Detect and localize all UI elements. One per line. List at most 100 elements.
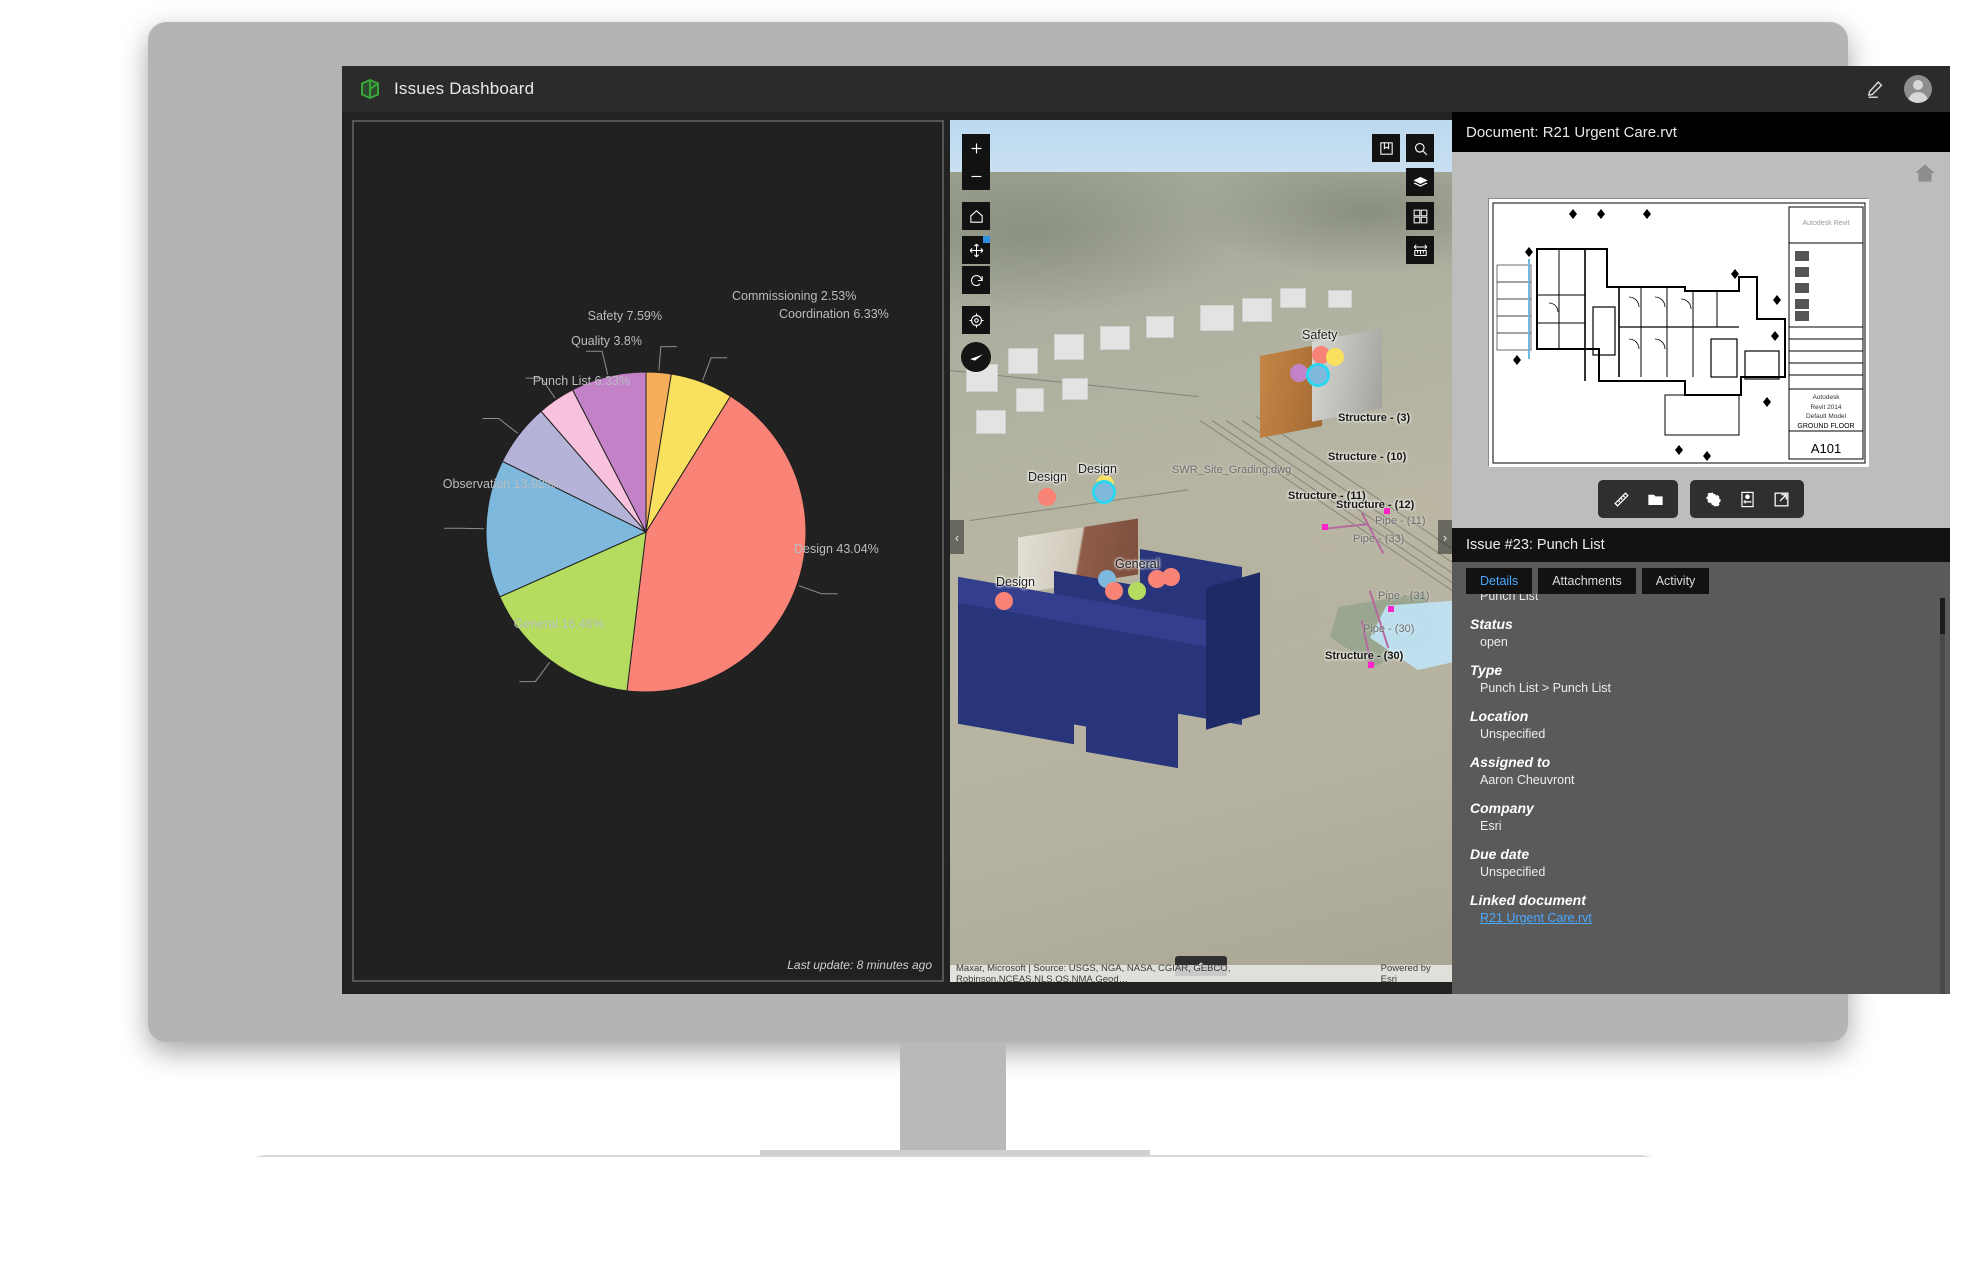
locate-button[interactable] [962,306,990,334]
bookmarks-button[interactable] [1372,134,1400,162]
page-title: Issues Dashboard [394,79,535,98]
home-icon [1915,164,1935,182]
svg-text:Revit 2014: Revit 2014 [1810,404,1841,411]
document-tool-group-right [1690,480,1804,518]
tab-details[interactable]: Details [1466,568,1533,594]
map-building [1280,288,1306,308]
attribution-sources: Maxar, Microsoft | Source: USGS, NGA, NA… [956,962,1231,983]
issue-marker[interactable] [1038,488,1056,506]
map-label-pipe: Pipe - (31) [1378,590,1430,602]
document-title: Document: R21 Urgent Care.rvt [1466,123,1677,141]
field-label-status: Status [1470,616,1513,632]
issue-marker[interactable] [995,592,1013,610]
display-settings-icon[interactable] [1732,485,1762,513]
zoom-out-button[interactable] [962,162,990,190]
issue-clipped-value: Punch List [1480,594,1539,603]
map-label-issue: Design [1078,462,1117,476]
search-button[interactable] [1406,134,1434,162]
document-title-bar: Document: R21 Urgent Care.rvt [1452,112,1950,152]
map-building [976,410,1006,434]
pie-leader-line [658,346,677,371]
field-value-linked-document[interactable]: R21 Urgent Care.rvt [1480,911,1936,925]
tab-activity[interactable]: Activity [1641,568,1710,594]
issue-scrollbar-thumb[interactable] [1940,598,1945,634]
pie-leader-line [519,662,551,683]
chevron-left-icon: ‹ [954,529,960,545]
user-avatar-icon[interactable] [1904,75,1932,103]
map-attribution: Maxar, Microsoft | Source: USGS, NGA, NA… [950,962,1452,983]
expand-arrow-icon[interactable] [1766,485,1796,513]
pan-button[interactable] [962,236,990,264]
field-value-status: open [1480,635,1508,649]
header-actions [1864,75,1932,103]
chevron-right-icon: › [1442,529,1448,545]
home-button[interactable] [962,202,990,230]
pie-label-general: General 16.46% [513,617,604,631]
gear-icon[interactable] [1698,485,1728,513]
issue-marker[interactable] [1162,568,1180,586]
issue-marker[interactable] [1326,348,1344,366]
layers-button[interactable] [1406,168,1434,196]
map-label-issue: General [1115,557,1160,571]
issue-marker[interactable] [1128,582,1146,600]
attribution-powered-by: Powered by Esri [1380,962,1431,983]
pie-leader-line [482,418,519,434]
pencil-edit-icon[interactable] [1864,78,1886,100]
map-label-pipe: Pipe - (33) [1353,533,1405,545]
pie-label-punch-list: Punch List 6.33% [532,374,630,388]
issue-marker[interactable] [1105,582,1123,600]
blueprint-svg: Autodesk Revit Autodesk Revit 2014 Defau… [1489,199,1869,467]
issue-marker-selected[interactable] [1306,363,1330,387]
rotate-button[interactable] [962,266,990,294]
ruler-icon[interactable] [1606,485,1636,513]
map-label-pipe: Pipe - (11) [1375,515,1426,527]
blueprint-preview[interactable]: Autodesk Revit Autodesk Revit 2014 Defau… [1488,198,1869,467]
issue-details-body[interactable]: Punch List Status open Type Punch List > Pu… [1452,594,1950,994]
map-collapse-left-arrow[interactable]: ‹ [950,520,964,554]
map-label-issue: Safety [1302,328,1338,342]
blueprint-brand: Autodesk Revit [1802,220,1849,227]
tab-attachments[interactable]: Attachments [1538,568,1636,594]
field-label-company: Company [1470,800,1534,816]
field-value-location: Unspecified [1480,727,1546,741]
measure-button[interactable] [1406,236,1434,264]
pie-label-commissioning: Commissioning 2.53% [732,289,857,303]
map-label-structure: Structure - (12) [1336,499,1415,511]
document-viewer[interactable]: Autodesk Revit Autodesk Revit 2014 Defau… [1452,152,1950,528]
map-label-issue: Design [1028,470,1067,484]
monitor-base [48,1155,1858,1193]
document-home-button[interactable] [1912,160,1938,186]
map-building [1062,378,1088,400]
issue-title-bar: Issue #23: Punch List [1452,528,1950,562]
compass-button[interactable] [961,342,991,372]
pie-label-design: Design 43.04% [794,542,879,556]
field-value-assigned-to: Aaron Cheuvront [1480,773,1575,787]
map-building [1242,298,1272,322]
field-label-linked-document: Linked document [1470,892,1586,908]
last-update-text: Last update: 8 minutes ago [787,958,932,972]
map-3d-scene[interactable]: Safety Design Design Design General SWR_Site_… [950,120,1452,982]
map-label-structure: Structure - (10) [1328,451,1407,463]
pie-leader-line [586,350,609,375]
svg-text:Autodesk: Autodesk [1812,394,1840,401]
basemap-gallery-button[interactable] [1406,202,1434,230]
pie-label-quality: Quality 3.8% [571,334,642,348]
map-collapse-right-arrow[interactable]: › [1438,520,1452,554]
pie-label-coordination: Coordination 6.33% [779,307,889,321]
right-panel: Document: R21 Urgent Care.rvt Autodesk R… [1452,112,1950,994]
folder-icon[interactable] [1640,485,1670,513]
map-label-structure: Structure - (3) [1338,412,1411,424]
map-building [1008,348,1038,374]
map-building [1016,388,1044,412]
pie-leader-line [798,585,838,595]
monitor-screen: Issues Dashboard Commissioning 2.53% Coo… [342,66,1950,994]
issue-marker-selected[interactable] [1092,480,1116,504]
pie-label-observation: Observation 13.92% [442,477,556,491]
zoom-in-button[interactable] [962,134,990,162]
issue-scrollbar[interactable] [1940,598,1945,994]
app-header: Issues Dashboard [342,66,1950,112]
field-label-due-date: Due date [1470,846,1530,862]
field-label-assigned-to: Assigned to [1470,754,1551,770]
field-value-due-date: Unspecified [1480,865,1546,879]
map-building [1328,290,1352,308]
